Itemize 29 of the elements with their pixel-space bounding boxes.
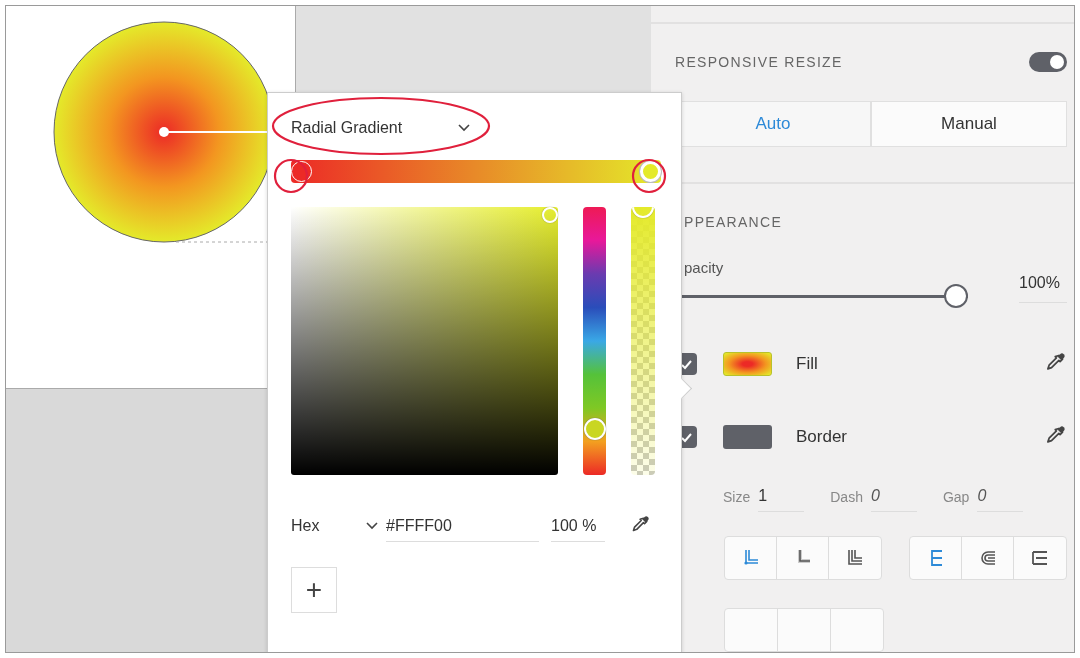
- gradient-stop-handle[interactable]: [640, 161, 661, 182]
- gradient-bar[interactable]: [291, 160, 661, 183]
- input-field[interactable]: 0: [870, 481, 917, 512]
- hex-field[interactable]: #FFFF00: [386, 510, 539, 542]
- add-color-button[interactable]: +: [291, 567, 337, 613]
- alpha-slider[interactable]: [631, 207, 655, 475]
- section-heading: PPEARANCE: [684, 213, 783, 232]
- mode-segment[interactable]: Manual: [871, 101, 1067, 148]
- gradient-handle[interactable]: [159, 127, 169, 137]
- format-dropdown[interactable]: Hex: [291, 517, 379, 535]
- toggle-switch[interactable]: [1029, 52, 1067, 73]
- input-field[interactable]: 1: [758, 481, 805, 512]
- field-label: Gap: [942, 488, 970, 505]
- border-swatch[interactable]: [723, 425, 772, 449]
- field-label: Size: [723, 488, 751, 505]
- opacity-label: pacity: [684, 258, 724, 278]
- layer-label: Border: [796, 427, 848, 447]
- hue-slider[interactable]: [583, 207, 606, 475]
- field-label: Dash: [830, 488, 863, 505]
- section-heading: RESPONSIVE RESIZE: [675, 54, 843, 71]
- opacity-value: 100%: [1019, 273, 1067, 303]
- fill-swatch[interactable]: [723, 352, 772, 376]
- saturation-brightness-area[interactable]: [291, 207, 558, 475]
- slider-thumb[interactable]: [944, 284, 968, 308]
- color-thumb[interactable]: [542, 207, 558, 223]
- alpha-field[interactable]: 100 %: [551, 510, 605, 542]
- hue-thumb[interactable]: [583, 418, 606, 441]
- input-field[interactable]: 0: [977, 481, 1024, 512]
- layer-label: Fill: [796, 354, 818, 374]
